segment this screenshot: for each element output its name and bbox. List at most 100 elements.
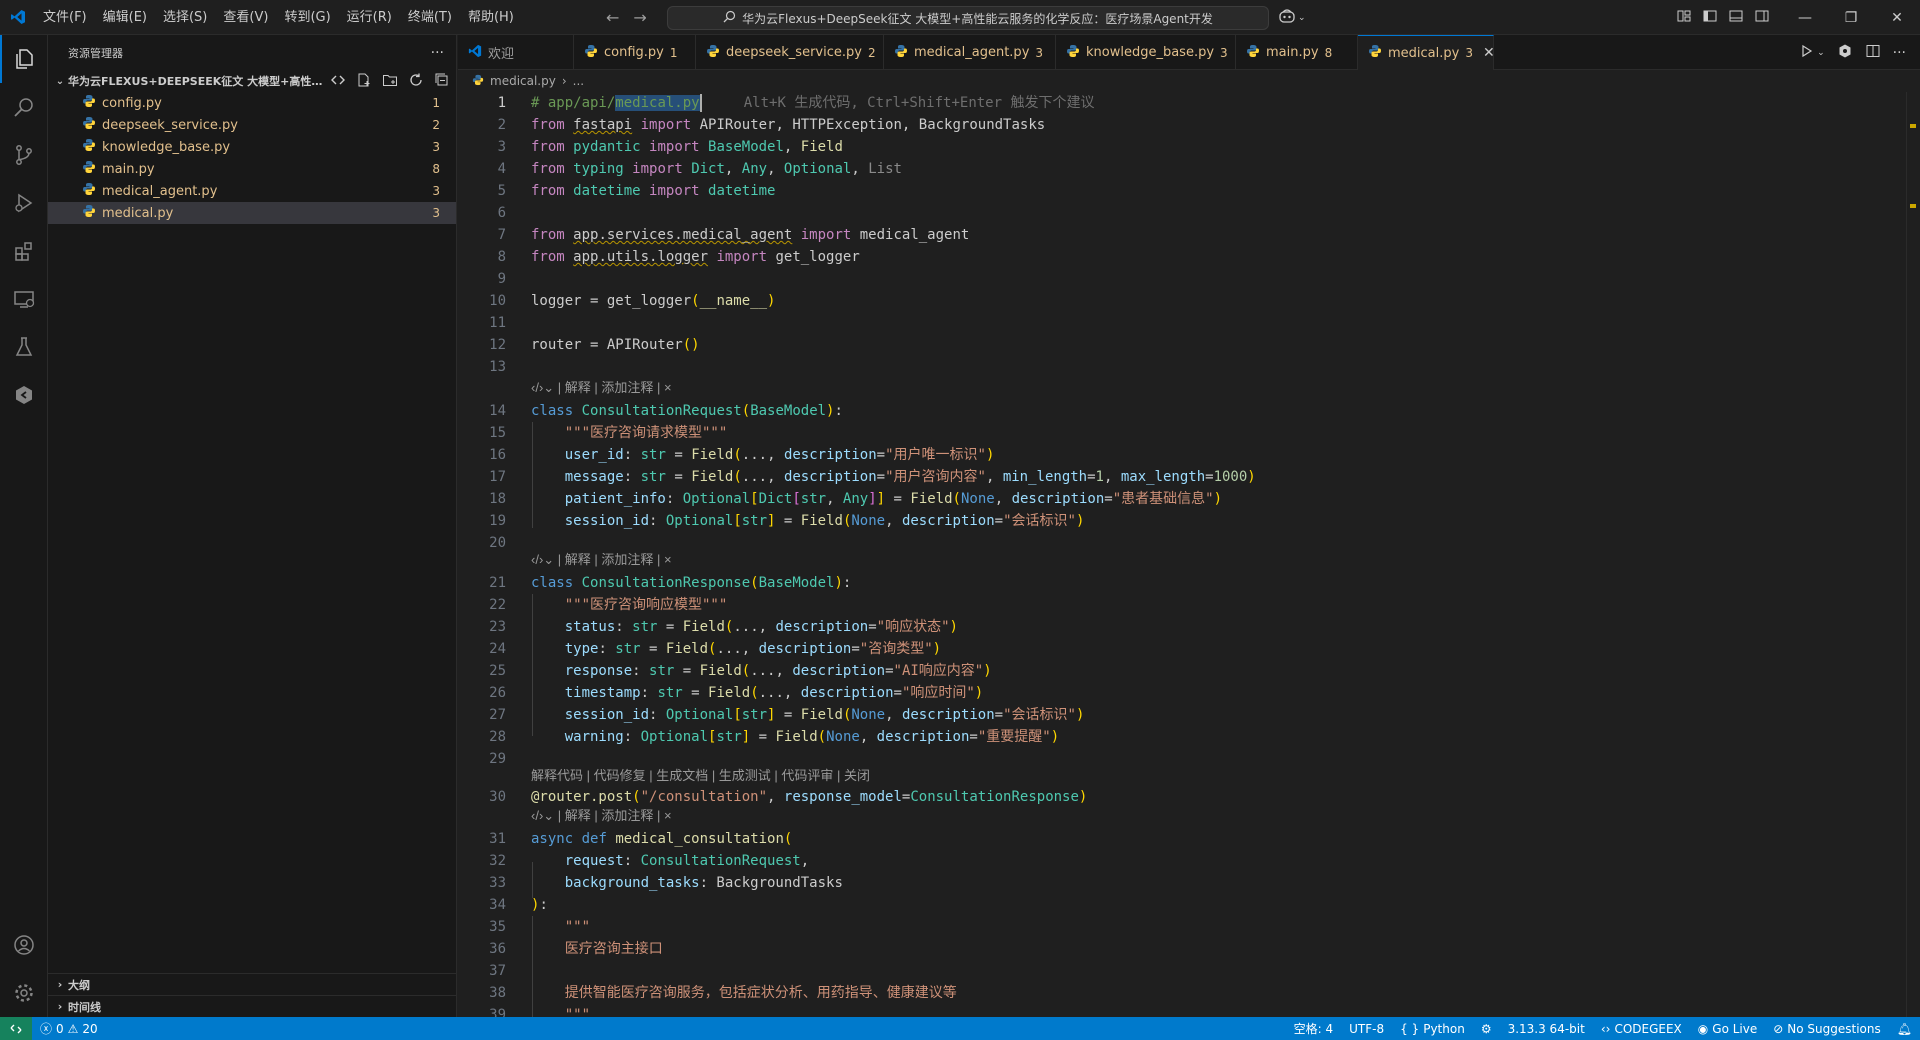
new-folder-icon[interactable]: [382, 72, 398, 91]
search-view-icon[interactable]: [0, 83, 48, 131]
new-file-icon[interactable]: [356, 72, 372, 91]
source-control-icon[interactable]: [0, 131, 48, 179]
codegeex-run-icon[interactable]: [1837, 43, 1853, 63]
codelens-actions[interactable]: | 解释 | 添加注释 | ×: [558, 380, 672, 395]
file-config-py[interactable]: config.py 1: [48, 92, 456, 114]
copilot-icon: [1278, 8, 1296, 28]
file-medical-agent-py[interactable]: medical_agent.py 3: [48, 180, 456, 202]
code-editor[interactable]: 1 # app/api/medical.py Alt+K 生成代码, Ctrl+S…: [458, 92, 1920, 1017]
python-version[interactable]: 3.13.3 64-bit: [1508, 1022, 1585, 1036]
tab-main-py[interactable]: main.py 8: [1236, 35, 1358, 70]
codelens-actions[interactable]: | 解释 | 添加注释 | ×: [558, 552, 672, 567]
tab-deepseek-service-py[interactable]: deepseek_service.py 2: [696, 35, 884, 70]
tab-medical-py[interactable]: medical.py 3 ✕: [1358, 35, 1495, 70]
go-live-status[interactable]: ◉ Go Live: [1698, 1022, 1757, 1036]
menu-help[interactable]: 帮助(H): [460, 0, 522, 35]
codegeex-action-icon[interactable]: [330, 72, 346, 91]
codegeex-icon[interactable]: [0, 371, 48, 419]
menu-run[interactable]: 运行(R): [339, 0, 400, 35]
menu-file[interactable]: 文件(F): [35, 0, 95, 35]
line-number: 6: [497, 205, 506, 221]
collapse-all-icon[interactable]: [434, 72, 450, 91]
toggle-secondary-sidebar-icon[interactable]: [1754, 8, 1770, 28]
refresh-icon[interactable]: [408, 72, 424, 91]
remote-explorer-icon[interactable]: [0, 275, 48, 323]
line-number: 33: [489, 875, 506, 891]
back-arrow-icon[interactable]: ←: [606, 8, 619, 27]
editor-scrollbar[interactable]: [1906, 92, 1920, 1017]
run-file-icon[interactable]: [1799, 43, 1815, 63]
file-medical-py[interactable]: medical.py 3: [48, 202, 456, 224]
menu-terminal[interactable]: 终端(T): [400, 0, 460, 35]
code-line: 38 提供智能医疗咨询服务，包括症状分析、用药指导、健康建议等: [458, 982, 1908, 1004]
line-number: 13: [489, 359, 506, 375]
workspace-folder[interactable]: ⌄ 华为云FLEXUS+DEEPSEEK征文 大模型+高性能云...: [48, 70, 456, 92]
toggle-primary-sidebar-icon[interactable]: [1702, 8, 1718, 28]
encoding-status[interactable]: UTF-8: [1349, 1022, 1384, 1036]
file-name: config.py: [102, 95, 162, 111]
chevron-down-icon[interactable]: ⌄: [1817, 48, 1825, 58]
explorer-title: 资源管理器: [68, 46, 123, 60]
menu-selection[interactable]: 选择(S): [155, 0, 215, 35]
problem-count-badge: 2: [432, 118, 440, 132]
codelens-actions[interactable]: | 解释 | 添加注释 | ×: [558, 808, 672, 823]
account-icon[interactable]: [0, 921, 48, 969]
outline-section[interactable]: › 大纲: [48, 973, 457, 995]
codelens-tool-actions[interactable]: 解释代码 | 代码修复 | 生成文档 | 生成测试 | 代码评审 | 关闭: [531, 768, 870, 783]
minimize-icon[interactable]: —: [1782, 0, 1828, 35]
restore-icon[interactable]: ❐: [1828, 0, 1874, 35]
explorer-icon[interactable]: [0, 35, 48, 83]
tab-config-py[interactable]: config.py 1: [574, 35, 696, 70]
tab-medical-agent-py[interactable]: medical_agent.py 3: [884, 35, 1056, 70]
tab-welcome[interactable]: 欢迎: [458, 35, 574, 70]
copilot-button[interactable]: ⌄: [1278, 7, 1314, 29]
tab-label: deepseek_service.py: [726, 45, 862, 60]
more-actions-icon[interactable]: ···: [431, 45, 444, 61]
remote-indicator-icon[interactable]: [0, 1017, 32, 1040]
customize-layout-icon[interactable]: [1676, 8, 1692, 28]
file-main-py[interactable]: main.py 8: [48, 158, 456, 180]
code-line: 3 from pydantic import BaseModel, Field: [458, 136, 1908, 158]
extensions-icon[interactable]: [0, 227, 48, 275]
go-live-label: Go Live: [1712, 1021, 1758, 1036]
problem-count-badge: 3: [432, 206, 440, 220]
menu-go[interactable]: 转到(G): [276, 0, 338, 35]
python-env-icon[interactable]: ⚙: [1481, 1022, 1492, 1036]
file-knowledge-base-py[interactable]: knowledge_base.py 3: [48, 136, 456, 158]
breadcrumb-symbol[interactable]: ...: [573, 74, 584, 88]
activity-bar: [0, 35, 48, 1017]
tab-knowledge-base-py[interactable]: knowledge_base.py 3: [1056, 35, 1236, 70]
close-window-icon[interactable]: ✕: [1874, 0, 1920, 35]
toggle-panel-icon[interactable]: [1728, 8, 1744, 28]
timeline-section[interactable]: › 时间线: [48, 995, 457, 1017]
indentation-status[interactable]: 空格: 4: [1294, 1020, 1334, 1037]
menu-edit[interactable]: 编辑(E): [95, 0, 155, 35]
more-actions-icon[interactable]: ···: [1893, 45, 1906, 61]
testing-icon[interactable]: [0, 323, 48, 371]
problems-indicator[interactable]: ⓧ 0 ⚠ 20: [32, 1020, 106, 1037]
forward-arrow-icon[interactable]: →: [633, 8, 646, 27]
codelens-class[interactable]: ‹/›⌄ | 解释 | 添加注释 | ×: [531, 378, 672, 398]
window-controls: — ❐ ✕: [1782, 0, 1920, 35]
code-line: 27 session_id: Optional[str] = Field(Non…: [458, 704, 1908, 726]
codegeex-status[interactable]: ‹› CODEGEEX: [1601, 1022, 1682, 1036]
line-number: 1: [497, 95, 506, 111]
close-tab-icon[interactable]: ✕: [1483, 45, 1495, 61]
language-mode[interactable]: { } Python: [1400, 1022, 1465, 1036]
explorer-header: 资源管理器 ···: [48, 35, 456, 70]
run-debug-icon[interactable]: [0, 179, 48, 227]
notifications-bell-icon[interactable]: 🔔︎: [1897, 1022, 1912, 1036]
breadcrumb-file[interactable]: medical.py: [490, 74, 556, 88]
folder-name: 华为云FLEXUS+DEEPSEEK征文 大模型+高性能云...: [68, 75, 326, 88]
layout-controls: [1676, 0, 1770, 35]
menu-view[interactable]: 查看(V): [215, 0, 276, 35]
codelens-function[interactable]: ‹/›⌄ | 解释 | 添加注释 | ×: [531, 806, 672, 826]
codegeex-lens-icon: ‹/›⌄: [531, 380, 558, 395]
suggestions-status[interactable]: ⊘ No Suggestions: [1773, 1022, 1881, 1036]
codelens-class[interactable]: ‹/›⌄ | 解释 | 添加注释 | ×: [531, 550, 672, 570]
codelens-function-tools[interactable]: 解释代码 | 代码修复 | 生成文档 | 生成测试 | 代码评审 | 关闭: [531, 766, 870, 786]
command-center[interactable]: 华为云Flexus+DeepSeek征文 大模型+高性能云服务的化学反应：医疗场…: [667, 6, 1269, 30]
split-editor-icon[interactable]: [1865, 43, 1881, 63]
manage-gear-icon[interactable]: [0, 969, 48, 1017]
file-deepseek-service-py[interactable]: deepseek_service.py 2: [48, 114, 456, 136]
